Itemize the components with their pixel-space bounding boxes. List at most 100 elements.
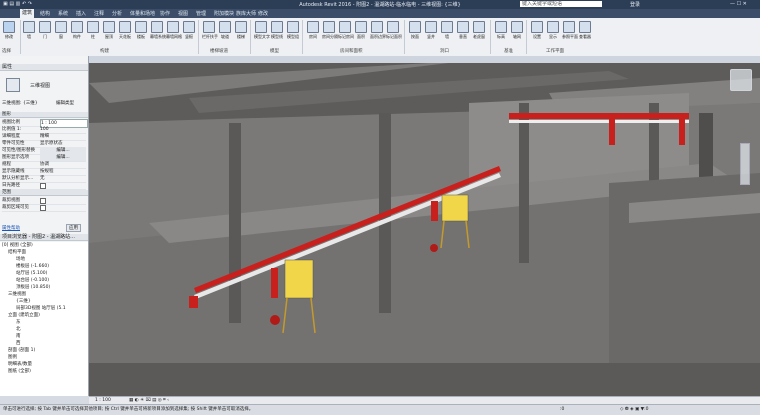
tree-item[interactable]: 西 [16,341,21,347]
tree-item[interactable]: 北 [16,327,21,333]
column-icon [87,21,99,33]
tag-area-button[interactable]: 标记面积 [386,21,402,40]
tree-item[interactable]: 顶板层 (10.850) [16,285,50,291]
shaft-button[interactable]: 竖井 [424,21,438,40]
tree-item[interactable]: 楼板层 (-1.660) [16,264,49,270]
grid-button[interactable]: 轴网 [510,21,524,40]
set-workplane-button[interactable]: 设置 [530,21,544,40]
wall-button[interactable]: 墙 [22,21,36,40]
tab-addins[interactable]: 附加模块 [214,10,234,17]
by-face-button[interactable]: 按面 [408,21,422,40]
dormer-button[interactable]: 老虎窗 [472,21,486,40]
edit-type-button[interactable]: 编辑类型 [56,100,74,106]
curtain-grid-button[interactable]: 幕墙网格 [166,21,182,40]
area-boundary-icon [371,21,383,33]
level-button[interactable]: 标高 [494,21,508,40]
model-group-button[interactable]: 模型组 [286,21,300,40]
tab-massing[interactable]: 体量和场地 [130,10,155,17]
by-face-icon [409,21,421,33]
roof-icon [103,21,115,33]
ref-plane-icon [563,21,575,33]
tab-modify[interactable]: 修改 [258,10,268,17]
tab-manage[interactable]: 管理 [196,10,206,17]
tab-systems[interactable]: 系统 [58,10,68,17]
area-button[interactable]: 面积 [354,21,368,40]
window-button[interactable]: 窗 [54,21,68,40]
dormer-icon [473,21,485,33]
room-separator-button[interactable]: 房间分隔 [322,21,338,40]
tree-item[interactable]: 站厅层 (5.100) [16,271,47,277]
tab-view[interactable]: 视图 [178,10,188,17]
railing-button[interactable]: 栏杆扶手 [202,21,218,40]
railing-icon [203,21,215,33]
floor-button[interactable]: 楼板 [134,21,148,40]
wall-opening-button[interactable]: 墙 [440,21,454,40]
component-button[interactable]: 构件 [70,21,84,40]
curtain-system-icon [151,21,163,33]
show-workplane-button[interactable]: 显示 [546,21,560,40]
area-boundary-button[interactable]: 面积边界 [370,21,386,40]
shaft-icon [425,21,437,33]
show-icon [547,21,559,33]
tab-architecture[interactable]: 建筑 [20,9,35,18]
apply-button[interactable]: 应用 [66,224,81,232]
wall-opening-icon [441,21,453,33]
3d-viewport[interactable] [89,63,760,396]
tree-item[interactable]: 剖面 (剖面 1) [8,348,35,354]
curtain-system-button[interactable]: 幕墙系统 [150,21,166,40]
door-button[interactable]: 门 [38,21,52,40]
tree-item[interactable]: 站台层 (-0.100) [16,278,49,284]
user-label[interactable]: 登录 [630,1,640,8]
navigation-bar[interactable] [740,143,750,185]
model-text-button[interactable]: 模型文字 [254,21,270,40]
vertical-opening-button[interactable]: 垂直 [456,21,470,40]
type-selector[interactable]: 三维视图: {三维} [2,100,42,106]
viewcube[interactable] [730,69,752,91]
ceiling-button[interactable]: 天花板 [118,21,132,40]
viewer-button[interactable]: 查看器 [578,21,592,40]
tab-annotate[interactable]: 注释 [94,10,104,17]
ceiling-icon [119,21,131,33]
ref-plane-button[interactable]: 参照平面 [562,21,578,40]
tree-item[interactable]: 三维视图 [8,292,26,298]
ramp-button[interactable]: 坡道 [218,21,232,40]
level-icon [495,21,507,33]
text-icon [255,21,267,33]
tree-item[interactable]: 南 [16,334,21,340]
tree-item[interactable]: 东 [16,320,21,326]
tree-item[interactable]: 明细表/数量 [8,362,32,368]
tab-analyze[interactable]: 分析 [112,10,122,17]
properties-help-link[interactable]: 属性帮助 [2,225,20,231]
visibility-edit-button[interactable]: 编辑... [40,147,86,154]
tab-insert[interactable]: 插入 [76,10,86,17]
tree-item[interactable]: [0] 视图 (全部) [2,243,33,249]
tree-item[interactable]: {三维} [16,299,31,305]
tree-item[interactable]: 图例 [8,355,17,361]
stair-button[interactable]: 楼梯 [234,21,248,40]
wall-icon [23,21,35,33]
model-line-button[interactable]: 模型线 [270,21,284,40]
tree-item[interactable]: 结构平面 [8,250,26,256]
roof-button[interactable]: 屋顶 [102,21,116,40]
window-controls[interactable]: — ☐ ✕ [730,1,747,7]
tree-item[interactable]: 局部3D视图 站厅层 (5.1 [16,306,66,312]
graphic-options-edit-button[interactable]: 编辑... [40,154,86,161]
view-3d-icon [6,78,20,92]
tab-family-library[interactable]: 族库大师 [236,10,256,17]
search-input[interactable]: 键入关键字或短语 [520,1,602,7]
room-button[interactable]: 房间 [306,21,320,40]
sunpath-checkbox[interactable] [40,183,46,189]
mullion-button[interactable]: 竖梃 [182,21,196,40]
column-button[interactable]: 柱 [86,21,100,40]
status-bar: 单击可进行选择; 按 Tab 键并单击可选择其他项目; 按 Ctrl 键并单击可… [0,404,760,415]
crop-visible-checkbox[interactable] [40,205,46,211]
modify-button[interactable]: 修改 [2,21,16,40]
tab-collaborate[interactable]: 协作 [160,10,170,17]
tree-item[interactable]: 图纸 (全部) [8,369,31,375]
panel-select[interactable]: 选择 [2,48,11,54]
tab-structure[interactable]: 结构 [40,10,50,17]
view-tab-strip [89,56,760,63]
tree-item[interactable]: 立面 (建筑立面) [8,313,40,319]
tag-room-button[interactable]: 标记房间 [338,21,354,40]
tree-item[interactable]: 场地 [16,257,25,263]
